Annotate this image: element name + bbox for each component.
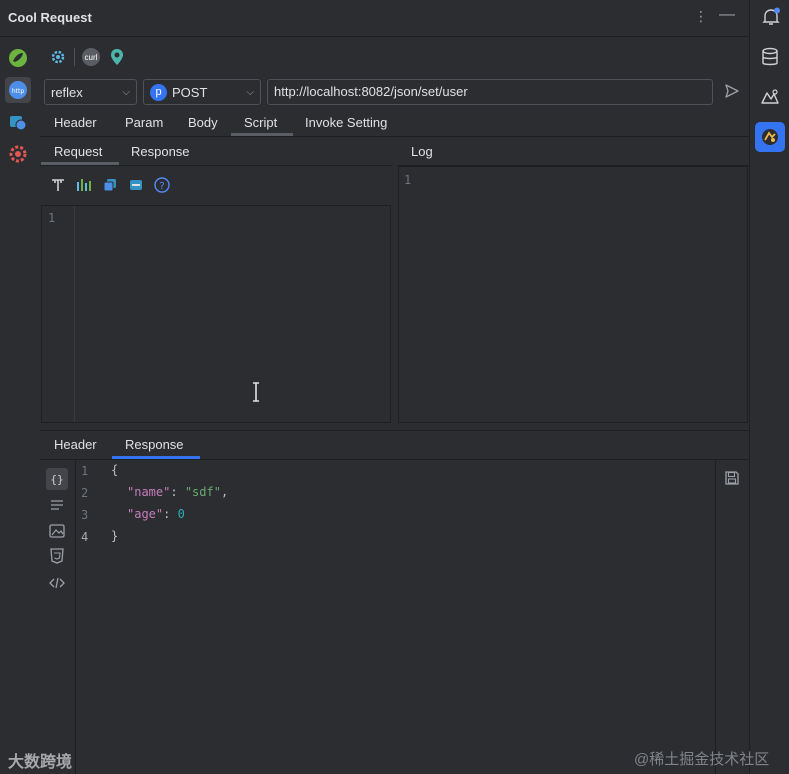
json-close-brace: }	[111, 529, 119, 543]
right-tool-strip	[749, 0, 789, 774]
settings-gear-icon[interactable]	[5, 141, 31, 167]
code-view-icon[interactable]	[49, 576, 65, 593]
script-tabs-divider	[40, 165, 392, 166]
log-label: Log	[411, 144, 433, 159]
watermark-left: 大数跨境	[8, 754, 73, 771]
mode-select-value: reflex	[51, 84, 83, 100]
json-colon: :	[170, 485, 185, 499]
database-icon[interactable]	[761, 47, 779, 70]
method-select-value: POST	[172, 84, 208, 100]
tab-response-header[interactable]: Header	[54, 437, 97, 452]
notifications-icon[interactable]	[761, 7, 781, 30]
text-view-icon[interactable]	[50, 498, 64, 515]
tab-request[interactable]: Request	[54, 144, 102, 159]
minimize-icon[interactable]: —	[719, 6, 735, 24]
globe-folder-icon[interactable]	[5, 109, 31, 135]
json-value-name: "sdf"	[184, 485, 221, 499]
format-icon[interactable]	[50, 177, 66, 196]
location-pin-icon[interactable]	[110, 48, 124, 69]
line-number: 3	[81, 508, 89, 522]
api-icon[interactable]	[128, 177, 144, 196]
chevron-down-icon: ⌵	[246, 86, 254, 98]
line-number: 4	[81, 530, 89, 544]
tab-invoke-setting[interactable]: Invoke Setting	[305, 115, 387, 130]
json-key-name: "name"	[127, 485, 171, 499]
json-open-brace: {	[111, 463, 119, 477]
help-icon[interactable]: ?	[154, 177, 170, 196]
curl-icon-label: curl	[84, 52, 98, 62]
http-icon-text: http	[12, 88, 25, 95]
text-cursor-icon	[251, 382, 261, 405]
copy-icon[interactable]	[102, 177, 118, 196]
window-title: Cool Request	[8, 10, 92, 25]
tab-param[interactable]: Param	[125, 115, 163, 130]
method-badge: p	[150, 83, 167, 101]
watermark-right: @稀土掘金技术社区	[634, 751, 770, 768]
json-line-name: "name": "sdf",	[127, 485, 228, 499]
html5-icon[interactable]	[49, 548, 65, 567]
line-number: 1	[48, 211, 56, 225]
image-view-icon[interactable]	[49, 523, 65, 542]
url-input[interactable]: http://localhost:8082/json/set/user	[267, 79, 713, 105]
method-select[interactable]: p POST ⌵	[143, 79, 261, 105]
json-colon: :	[163, 507, 178, 521]
json-view-icon[interactable]: {}	[46, 468, 68, 490]
title-bar: Cool Request ⋮ —	[0, 0, 749, 37]
save-icon[interactable]	[725, 471, 739, 488]
response-side-toolbar	[715, 460, 749, 774]
script-editor[interactable]: 1	[41, 205, 391, 423]
toolbar-divider	[74, 48, 75, 66]
cool-request-plugin-icon[interactable]	[755, 122, 785, 152]
left-tool-strip: http	[0, 38, 37, 774]
tabs-divider	[40, 136, 749, 137]
maven-icon[interactable]	[760, 87, 780, 110]
bar-chart-icon[interactable]	[76, 177, 92, 196]
response-body-editor[interactable]: 1 2 3 4 { "name": "sdf", "age": 0 }	[75, 460, 715, 774]
gear-icon[interactable]	[50, 49, 66, 68]
tab-response-body[interactable]: Response	[125, 437, 184, 452]
mode-select[interactable]: reflex ⌵	[44, 79, 137, 105]
chevron-down-icon: ⌵	[122, 86, 130, 98]
log-line-number: 1	[404, 173, 412, 187]
json-value-age: 0	[177, 507, 185, 521]
send-icon[interactable]	[724, 83, 740, 102]
tab-header[interactable]: Header	[54, 115, 97, 130]
more-options-icon[interactable]: ⋮	[694, 8, 708, 25]
http-request-icon[interactable]: http	[5, 77, 31, 103]
line-number: 2	[81, 486, 89, 500]
response-section-divider	[40, 430, 749, 431]
spring-leaf-icon[interactable]	[5, 45, 31, 71]
json-comma: ,	[220, 485, 229, 499]
editor-gutter-line	[74, 206, 75, 422]
curl-icon[interactable]: curl	[82, 48, 100, 66]
tab-script[interactable]: Script	[244, 115, 277, 130]
json-line-age: "age": 0	[127, 507, 185, 521]
tab-body[interactable]: Body	[188, 115, 218, 130]
json-key-age: "age"	[127, 507, 164, 521]
svg-text:?: ?	[159, 181, 164, 192]
tab-response[interactable]: Response	[131, 144, 190, 159]
log-output: 1	[398, 166, 748, 423]
line-number: 1	[81, 464, 89, 478]
